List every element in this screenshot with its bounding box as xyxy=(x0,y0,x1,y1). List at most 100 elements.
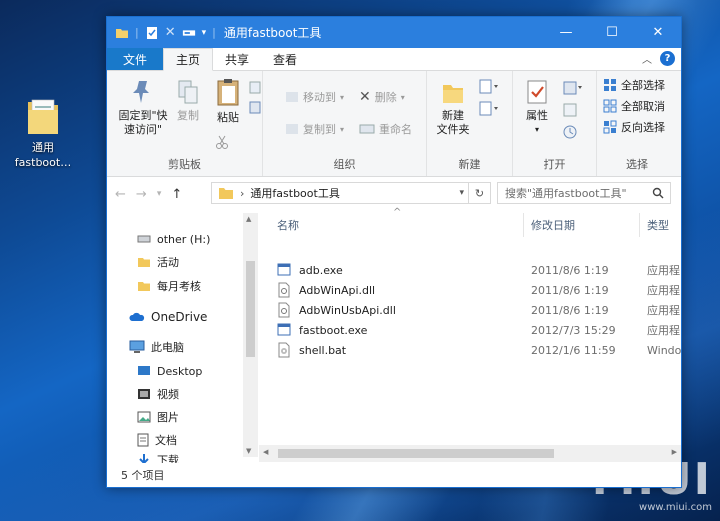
invert-selection-icon xyxy=(603,120,617,134)
table-row[interactable]: fastboot.exe 2012/7/3 15:29 应用程 xyxy=(277,320,681,340)
file-date: 2012/7/3 15:29 xyxy=(531,323,616,337)
nav-item-onedrive[interactable]: OneDrive xyxy=(129,307,207,327)
scroll-down-icon[interactable]: ▼ xyxy=(246,447,251,455)
help-icon[interactable]: ? xyxy=(660,51,675,66)
easy-access-icon[interactable] xyxy=(479,101,499,117)
recent-locations-button[interactable]: ▾ xyxy=(157,189,162,199)
file-type: 应用程 xyxy=(647,304,680,317)
new-item-icon[interactable] xyxy=(479,79,499,95)
move-icon xyxy=(286,92,298,102)
nav-item-documents[interactable]: 文档 xyxy=(137,430,177,450)
open-icon[interactable] xyxy=(563,81,583,95)
copy-path-icon[interactable] xyxy=(249,101,261,115)
up-button[interactable]: ↑ xyxy=(171,187,182,202)
delete-button[interactable]: ✕ 删除 ▾ xyxy=(359,89,405,105)
properties-check-icon xyxy=(527,80,547,104)
copy-to-button[interactable]: 复制到 ▾ xyxy=(285,121,344,137)
search-box[interactable]: 搜索"通用fastboot工具" xyxy=(497,182,671,204)
table-row[interactable]: AdbWinApi.dll 2011/8/6 1:19 应用程 xyxy=(277,280,681,300)
refresh-button[interactable]: ↻ xyxy=(468,183,490,203)
nav-item-desktop[interactable]: Desktop xyxy=(137,361,202,381)
copy-to-label: 复制到 xyxy=(303,123,336,136)
copy-icon xyxy=(178,80,198,104)
paste-button[interactable]: 粘贴 xyxy=(211,77,245,125)
nav-label: Desktop xyxy=(157,364,203,378)
nav-item-this-pc[interactable]: 此电脑 xyxy=(129,337,184,357)
horizontal-scrollbar[interactable]: ◀ ▶ xyxy=(259,445,681,462)
edit-icon[interactable] xyxy=(563,103,577,117)
new-folder-button[interactable]: 新建 文件夹 xyxy=(429,79,477,137)
paste-label: 粘贴 xyxy=(217,111,239,124)
tab-home[interactable]: 主页 xyxy=(163,48,214,71)
table-row[interactable]: AdbWinUsbApi.dll 2011/8/6 1:19 应用程 xyxy=(277,300,681,320)
column-header-name[interactable]: 名称 xyxy=(277,213,527,237)
invert-selection-label: 反向选择 xyxy=(621,121,665,134)
tab-share[interactable]: 共享 xyxy=(213,48,261,70)
address-dropdown-icon[interactable]: ▾ xyxy=(459,188,464,198)
cut-icon[interactable] xyxy=(249,81,261,95)
pin-label-2: 速访问" xyxy=(123,123,163,136)
pin-quick-access-button[interactable]: 固定到"快 速访问" xyxy=(111,79,175,137)
nav-item-videos[interactable]: 视频 xyxy=(137,384,179,404)
history-icon[interactable] xyxy=(563,125,577,139)
ribbon: 固定到"快 速访问" 复制 粘贴 剪贴板 移动到 ▾ 复制到 ▾ ✕ 删除 ▾ … xyxy=(107,71,681,177)
column-header-type[interactable]: 类型 xyxy=(647,213,687,237)
select-group-label: 选择 xyxy=(626,158,648,171)
nav-item-huodong[interactable]: 活动 xyxy=(137,252,179,272)
copy-button[interactable]: 复制 xyxy=(173,79,203,123)
back-button[interactable]: ← xyxy=(115,187,126,202)
nav-item-monthly[interactable]: 每月考核 xyxy=(137,276,201,296)
file-date: 2011/8/6 1:19 xyxy=(531,303,609,317)
forward-button[interactable]: → xyxy=(136,187,147,202)
tab-view[interactable]: 查看 xyxy=(261,48,309,70)
move-to-label: 移动到 xyxy=(303,91,336,104)
organize-group: 移动到 ▾ 复制到 ▾ ✕ 删除 ▾ 重命名 组织 xyxy=(263,71,427,176)
desktop-folder-shortcut[interactable]: 通用 fastboot… xyxy=(8,96,78,170)
invert-selection-button[interactable]: 反向选择 xyxy=(603,119,665,135)
chevron-down-icon[interactable]: ▾ xyxy=(202,28,207,38)
folder-icon xyxy=(138,258,150,267)
table-row[interactable]: shell.bat 2012/1/6 11:59 Windo xyxy=(277,340,681,360)
select-all-button[interactable]: 全部选择 xyxy=(603,77,665,93)
minimize-button[interactable]: — xyxy=(543,17,589,48)
address-path: 通用fastboot工具 xyxy=(250,187,340,200)
file-name: adb.exe xyxy=(299,263,343,277)
new-folder-label-1: 新建 xyxy=(442,109,464,122)
file-type: 应用程 xyxy=(647,324,680,337)
maximize-button[interactable]: ☐ xyxy=(589,17,635,48)
nav-scroll-thumb[interactable] xyxy=(246,261,255,357)
nav-scrollbar[interactable]: ▲ ▼ xyxy=(243,213,258,457)
column-divider[interactable] xyxy=(523,213,524,237)
search-input[interactable]: 搜索"通用fastboot工具" xyxy=(505,185,627,201)
nav-item-pictures[interactable]: 图片 xyxy=(137,407,179,427)
horizontal-scroll-thumb[interactable] xyxy=(278,449,554,458)
rename-button[interactable]: 重命名 xyxy=(359,121,412,137)
nav-label: 每月考核 xyxy=(157,280,201,293)
desktop-icon-label-1: 通用 xyxy=(32,141,54,154)
column-header-date[interactable]: 修改日期 xyxy=(531,213,641,237)
scroll-up-icon[interactable]: ▲ xyxy=(246,215,251,223)
pin-label-1: 固定到"快 xyxy=(118,109,168,122)
select-none-button[interactable]: 全部取消 xyxy=(603,98,665,114)
exe-icon xyxy=(277,263,291,276)
delete-icon[interactable]: ✕ xyxy=(165,25,176,40)
close-button[interactable]: ✕ xyxy=(635,17,681,48)
properties-icon[interactable] xyxy=(145,26,159,40)
rename-icon[interactable] xyxy=(182,26,196,40)
move-to-button[interactable]: 移动到 ▾ xyxy=(285,89,344,105)
scroll-right-icon[interactable]: ▶ xyxy=(672,448,677,456)
dll-icon xyxy=(278,282,290,298)
scissors-icon[interactable] xyxy=(215,135,229,149)
column-divider[interactable] xyxy=(639,213,640,237)
item-count: 5 个项目 xyxy=(121,469,165,482)
nav-item-other-drive[interactable]: other (H:) xyxy=(137,229,210,249)
address-bar[interactable]: › 通用fastboot工具 ▾ ↻ xyxy=(211,182,491,204)
chevron-up-icon[interactable]: ︿ xyxy=(642,51,652,66)
scroll-left-icon[interactable]: ◀ xyxy=(263,448,268,456)
table-row[interactable]: adb.exe 2011/8/6 1:19 应用程 xyxy=(277,260,681,280)
bat-icon xyxy=(278,342,290,358)
properties-button[interactable]: 属性 ▾ xyxy=(519,79,555,137)
breadcrumb-chevron-icon: › xyxy=(240,186,245,200)
pin-icon xyxy=(133,81,149,103)
tab-file[interactable]: 文件 xyxy=(107,48,163,70)
